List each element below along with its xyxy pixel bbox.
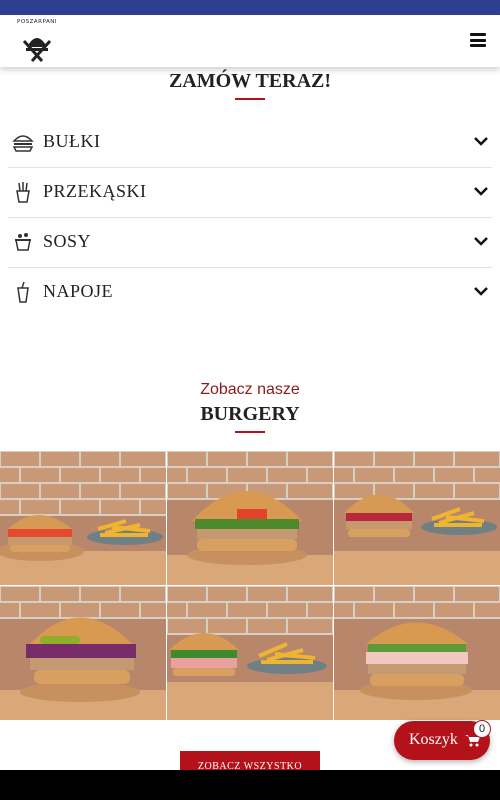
menu-item-bulki[interactable]: BUŁKI: [8, 118, 492, 168]
top-color-bar: [0, 0, 500, 15]
menu-item-label: PRZEKĄSKI: [43, 181, 147, 201]
menu-item-label: SOSY: [43, 231, 92, 251]
burger-photo[interactable]: [334, 586, 500, 720]
order-title: ZAMÓW TERAZ!: [168, 70, 332, 92]
menu-item-label: BUŁKI: [43, 131, 101, 151]
fries-icon: [16, 182, 30, 203]
burgers-title: BURGERY: [200, 403, 300, 425]
logo-text: POSZARPANI: [17, 19, 57, 25]
title-underline: [235, 98, 265, 100]
burger-photo[interactable]: [0, 586, 166, 720]
cart-count-badge: 0: [473, 720, 491, 738]
sauce-icon: [15, 233, 31, 251]
chevron-down-icon: [474, 187, 488, 196]
cart-label: Koszyk: [409, 731, 458, 748]
site-logo[interactable]: POSZARPANI: [14, 19, 60, 63]
burger-photo[interactable]: [334, 451, 500, 585]
hamburger-menu-icon[interactable]: [470, 33, 486, 47]
menu-item-przekaski[interactable]: PRZEKĄSKI: [8, 168, 492, 218]
bottom-bar: [0, 770, 500, 800]
burgers-title-underline: [235, 431, 265, 433]
burgers-subtitle: Zobacz nasze: [200, 381, 300, 398]
chevron-down-icon: [474, 137, 488, 146]
burger-photo[interactable]: [167, 451, 333, 585]
menu-item-napoje[interactable]: NAPOJE: [8, 268, 492, 318]
chevron-down-icon: [474, 287, 488, 296]
drink-icon: [17, 281, 29, 303]
menu-item-sosy[interactable]: SOSY: [8, 218, 492, 268]
knives-burger-icon: [22, 38, 52, 63]
menu-item-label: NAPOJE: [43, 281, 114, 301]
burger-icon: [12, 135, 34, 152]
chevron-down-icon: [474, 237, 488, 246]
site-header: POSZARPANI: [0, 15, 500, 67]
menu-categories: BUŁKI PRZEKĄSKI SOSY NAPOJE: [8, 118, 492, 318]
burger-gallery: [0, 451, 500, 720]
burger-photo[interactable]: [167, 586, 333, 720]
burger-photo[interactable]: [0, 451, 166, 585]
